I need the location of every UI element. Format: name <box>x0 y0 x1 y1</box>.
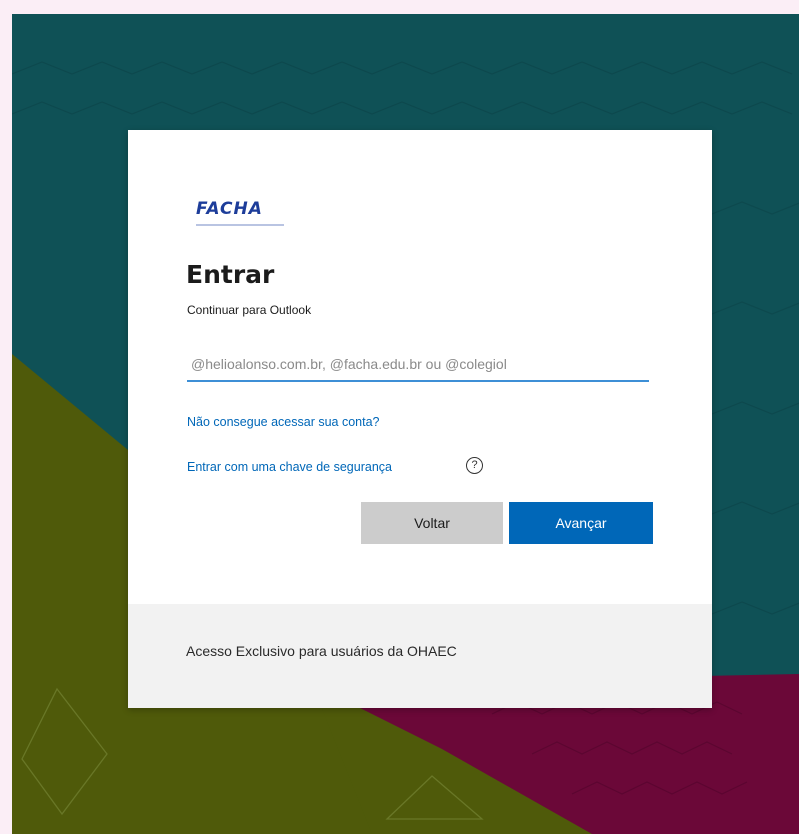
signin-footer: Acesso Exclusivo para usuários da OHAEC <box>128 604 712 708</box>
back-button[interactable]: Voltar <box>361 502 503 544</box>
email-field[interactable] <box>187 348 649 382</box>
facha-logo: FACHA <box>196 199 263 219</box>
next-button[interactable]: Avançar <box>509 502 653 544</box>
cant-access-account-link[interactable]: Não consegue acessar sua conta? <box>187 415 380 429</box>
logo-underline <box>196 224 284 226</box>
page-subtitle: Continuar para Outlook <box>187 303 312 317</box>
background: FACHA Entrar Continuar para Outlook Não … <box>12 14 799 834</box>
page-title: Entrar <box>186 260 275 289</box>
footer-text: Acesso Exclusivo para usuários da OHAEC <box>186 643 457 659</box>
signin-card: FACHA Entrar Continuar para Outlook Não … <box>128 130 712 708</box>
security-key-signin-link[interactable]: Entrar com uma chave de segurança <box>187 460 392 474</box>
question-circle-icon[interactable]: ? <box>466 457 483 474</box>
